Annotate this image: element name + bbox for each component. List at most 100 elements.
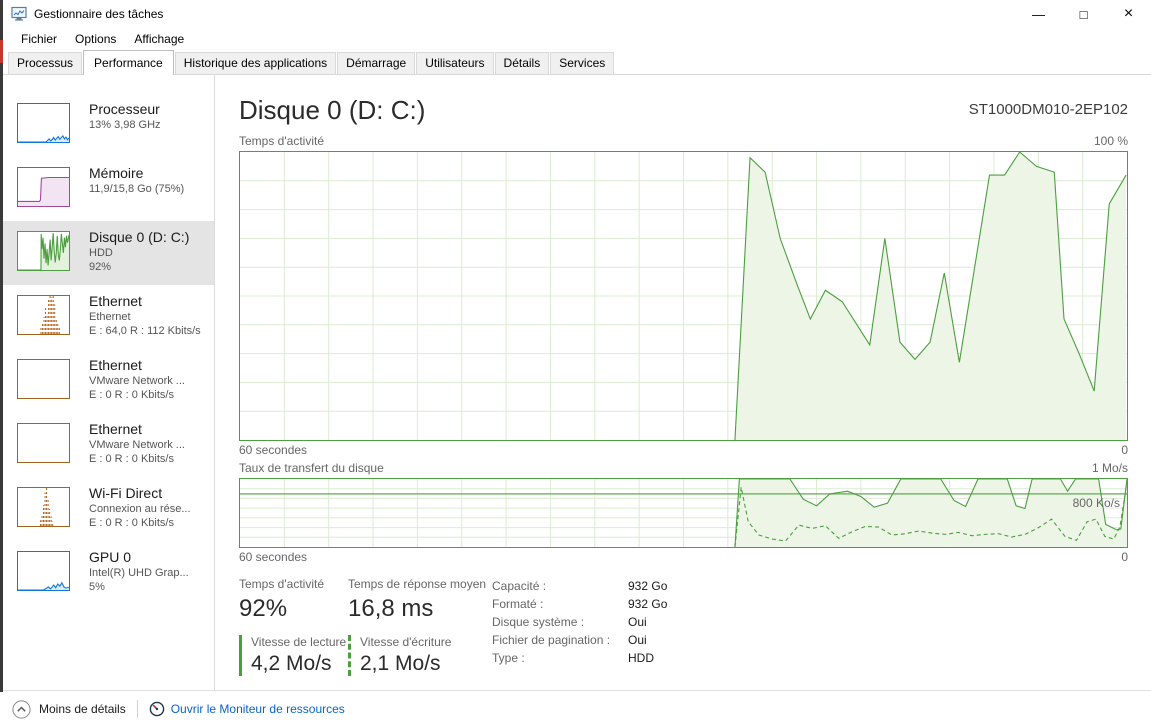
maximize-button[interactable]: □ bbox=[1061, 0, 1106, 28]
transfer-ref-label: 800 Ko/s bbox=[1073, 496, 1120, 510]
sidebar-item-sub: E : 0 R : 0 Kbits/s bbox=[89, 452, 185, 466]
sidebar-item-sub: Connexion au rése... bbox=[89, 502, 191, 516]
menu-affichage[interactable]: Affichage bbox=[125, 29, 193, 49]
sidebar-item-gpu[interactable]: GPU 0 Intel(R) UHD Grap... 5% bbox=[3, 541, 214, 605]
detail-value: 932 Go bbox=[628, 595, 667, 613]
gpu-sparkline bbox=[17, 551, 70, 591]
disk-sparkline bbox=[17, 231, 70, 271]
detail-value: Oui bbox=[628, 613, 647, 631]
sidebar-item-sub: 11,9/15,8 Go (75%) bbox=[89, 182, 184, 196]
statusbar-divider bbox=[137, 700, 138, 718]
sidebar-item-sub: Ethernet bbox=[89, 310, 201, 324]
task-manager-icon bbox=[11, 6, 27, 22]
window-title: Gestionnaire des tâches bbox=[34, 7, 163, 21]
tab-details[interactable]: Détails bbox=[495, 52, 550, 74]
sidebar-item-sub: VMware Network ... bbox=[89, 438, 185, 452]
disk-model-name: ST1000DM010-2EP102 bbox=[969, 101, 1128, 118]
minimize-button[interactable]: — bbox=[1016, 0, 1061, 28]
disk-performance-panel: Disque 0 (D: C:) ST1000DM010-2EP102 Temp… bbox=[215, 75, 1151, 690]
transfer-chart-label: Taux de transfert du disque bbox=[239, 461, 384, 475]
sidebar-item-title: Ethernet bbox=[89, 357, 185, 374]
sidebar-item-ethernet-1[interactable]: Ethernet Ethernet E : 64,0 R : 112 Kbits… bbox=[3, 285, 214, 349]
response-stat-value: 16,8 ms bbox=[348, 595, 492, 623]
tab-historique[interactable]: Historique des applications bbox=[175, 52, 336, 74]
sidebar-item-sub: 5% bbox=[89, 580, 189, 594]
read-speed-value: 4,2 Mo/s bbox=[251, 652, 348, 676]
task-manager-window: Gestionnaire des tâches — □ × Fichier Op… bbox=[0, 0, 1151, 727]
transfer-chart-xlabel: 60 secondes bbox=[239, 550, 307, 564]
ethernet-sparkline bbox=[17, 359, 70, 399]
sidebar-item-sub: E : 0 R : 0 Kbits/s bbox=[89, 516, 191, 530]
detail-key: Capacité : bbox=[492, 577, 628, 595]
menu-fichier[interactable]: Fichier bbox=[12, 29, 66, 49]
detail-value: Oui bbox=[628, 631, 647, 649]
sidebar-item-title: Processeur bbox=[89, 101, 161, 118]
gauge-icon bbox=[149, 701, 165, 717]
titlebar: Gestionnaire des tâches — □ × bbox=[3, 0, 1151, 28]
sidebar-item-title: Mémoire bbox=[89, 165, 184, 182]
tab-services[interactable]: Services bbox=[550, 52, 614, 74]
statusbar: Moins de détails Ouvrir le Moniteur de r… bbox=[3, 690, 1151, 727]
sidebar-item-memory[interactable]: Mémoire 11,9/15,8 Go (75%) bbox=[3, 157, 214, 221]
detail-key: Formaté : bbox=[492, 595, 628, 613]
write-speed-block: Vitesse d'écriture 2,1 Mo/s bbox=[348, 635, 492, 676]
tab-demarrage[interactable]: Démarrage bbox=[337, 52, 415, 74]
detail-key: Disque système : bbox=[492, 613, 628, 631]
sidebar-item-sub: E : 0 R : 0 Kbits/s bbox=[89, 388, 185, 402]
detail-key: Type : bbox=[492, 649, 628, 667]
tabbar: Processus Performance Historique des app… bbox=[3, 50, 1151, 75]
sidebar-item-title: Wi-Fi Direct bbox=[89, 485, 191, 502]
transfer-chart-max: 1 Mo/s bbox=[1092, 461, 1128, 475]
sidebar-item-cpu[interactable]: Processeur 13% 3,98 GHz bbox=[3, 93, 214, 157]
sidebar-item-disk[interactable]: Disque 0 (D: C:) HDD 92% bbox=[3, 221, 214, 285]
detail-key: Fichier de pagination : bbox=[492, 631, 628, 649]
cpu-sparkline bbox=[17, 103, 70, 143]
menu-options[interactable]: Options bbox=[66, 29, 125, 49]
disk-activity-chart bbox=[239, 151, 1128, 441]
detail-value: HDD bbox=[628, 649, 654, 667]
page-title: Disque 0 (D: C:) bbox=[239, 95, 425, 126]
disk-stats: Temps d'activité 92% Vitesse de lecture … bbox=[239, 577, 1128, 676]
less-details-button[interactable]: Moins de détails bbox=[39, 702, 126, 716]
response-stat-label: Temps de réponse moyen bbox=[348, 577, 492, 591]
menubar: Fichier Options Affichage bbox=[3, 28, 1151, 50]
activity-chart-xright: 0 bbox=[1121, 443, 1128, 457]
performance-sidebar: Processeur 13% 3,98 GHz Mémoire 11,9/15,… bbox=[3, 75, 215, 690]
ethernet-sparkline bbox=[17, 295, 70, 335]
sidebar-item-ethernet-3[interactable]: Ethernet VMware Network ... E : 0 R : 0 … bbox=[3, 413, 214, 477]
ethernet-sparkline bbox=[17, 423, 70, 463]
sidebar-item-sub: Intel(R) UHD Grap... bbox=[89, 566, 189, 580]
activity-chart-max: 100 % bbox=[1094, 134, 1128, 148]
read-speed-block: Vitesse de lecture 4,2 Mo/s bbox=[239, 635, 348, 676]
detail-value: 932 Go bbox=[628, 577, 667, 595]
tab-performance[interactable]: Performance bbox=[83, 50, 174, 75]
activity-stat-label: Temps d'activité bbox=[239, 577, 348, 591]
sidebar-item-ethernet-2[interactable]: Ethernet VMware Network ... E : 0 R : 0 … bbox=[3, 349, 214, 413]
disk-details-table: Capacité :932 Go Formaté :932 Go Disque … bbox=[492, 577, 667, 676]
sidebar-item-sub: VMware Network ... bbox=[89, 374, 185, 388]
open-resource-monitor-link[interactable]: Ouvrir le Moniteur de ressources bbox=[171, 702, 345, 716]
sidebar-item-title: Ethernet bbox=[89, 421, 185, 438]
activity-chart-xlabel: 60 secondes bbox=[239, 443, 307, 457]
sidebar-item-title: Ethernet bbox=[89, 293, 201, 310]
sidebar-item-sub: HDD bbox=[89, 246, 189, 260]
sidebar-item-wifi-direct[interactable]: Wi-Fi Direct Connexion au rése... E : 0 … bbox=[3, 477, 214, 541]
tab-utilisateurs[interactable]: Utilisateurs bbox=[416, 52, 493, 74]
disk-transfer-chart: 800 Ko/s bbox=[239, 478, 1128, 548]
memory-sparkline bbox=[17, 167, 70, 207]
sidebar-item-sub: 13% 3,98 GHz bbox=[89, 118, 161, 132]
chevron-up-circle-icon bbox=[12, 700, 31, 719]
activity-stat-value: 92% bbox=[239, 595, 348, 623]
read-speed-label: Vitesse de lecture bbox=[251, 635, 348, 649]
close-button[interactable]: × bbox=[1106, 0, 1151, 28]
wifi-sparkline bbox=[17, 487, 70, 527]
write-speed-value: 2,1 Mo/s bbox=[360, 652, 492, 676]
sidebar-item-sub: E : 64,0 R : 112 Kbits/s bbox=[89, 324, 201, 338]
tab-processus[interactable]: Processus bbox=[8, 52, 82, 74]
sidebar-item-sub: 92% bbox=[89, 260, 189, 274]
activity-chart-label: Temps d'activité bbox=[239, 134, 324, 148]
transfer-chart-xright: 0 bbox=[1121, 550, 1128, 564]
background-window-edge bbox=[0, 0, 3, 692]
background-window-accent bbox=[0, 40, 3, 63]
sidebar-item-title: Disque 0 (D: C:) bbox=[89, 229, 189, 246]
